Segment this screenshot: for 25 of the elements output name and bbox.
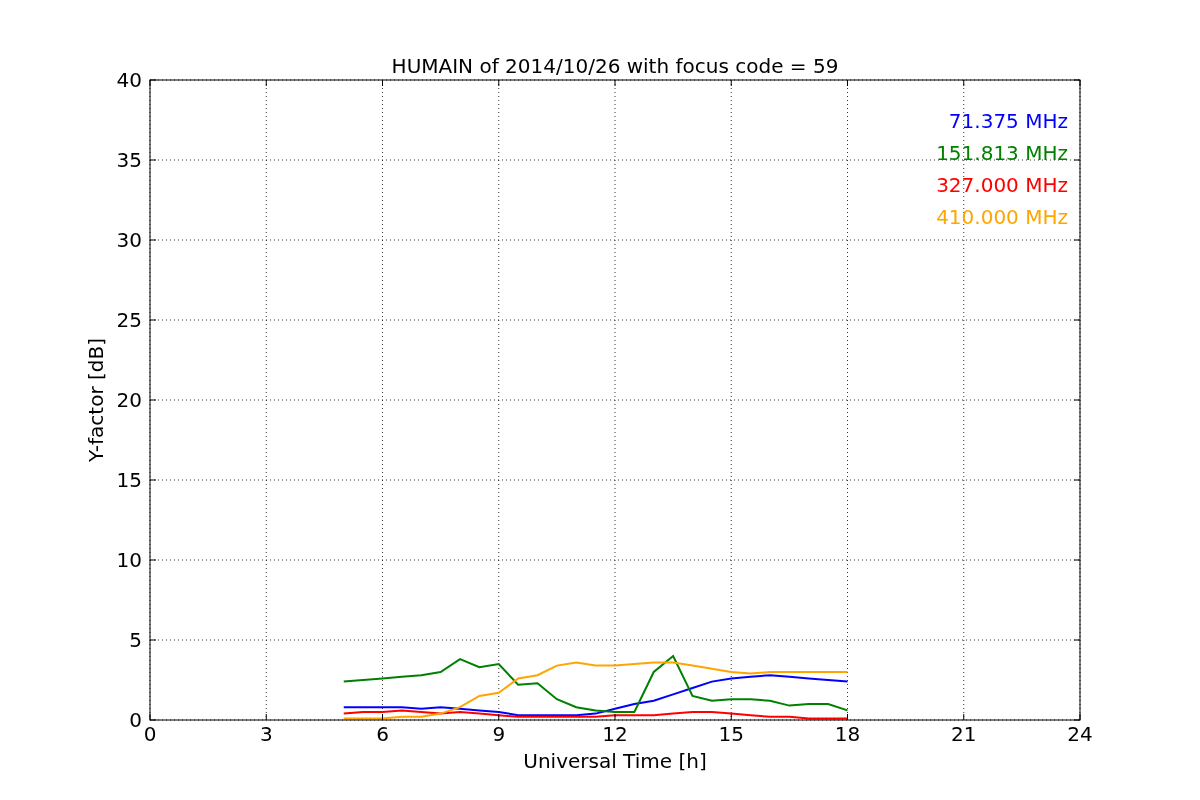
y-tick-label: 30 [116, 228, 142, 252]
x-tick-label: 3 [259, 722, 273, 746]
legend-label: 327.000 MHz [936, 173, 1068, 197]
y-tick-label: 35 [116, 148, 142, 172]
x-tick-label: 21 [951, 722, 977, 746]
x-tick-label: 0 [143, 722, 157, 746]
y-tick-label: 15 [116, 468, 142, 492]
x-tick-label: 18 [834, 722, 861, 746]
x-tick-label: 6 [376, 722, 389, 746]
legend-label: 71.375 MHz [948, 109, 1068, 133]
y-tick-label: 40 [116, 68, 142, 92]
legend-label: 410.000 MHz [936, 205, 1068, 229]
y-tick-label: 25 [116, 308, 142, 332]
chart-title: HUMAIN of 2014/10/26 with focus code = 59 [391, 54, 839, 78]
legend-label: 151.813 MHz [936, 141, 1068, 165]
x-axis-label: Universal Time [h] [523, 749, 707, 773]
x-tick-label: 15 [718, 722, 744, 746]
y-tick-label: 5 [129, 628, 142, 652]
y-axis-label: Y-factor [dB] [84, 338, 108, 462]
y-tick-label: 20 [116, 388, 142, 412]
x-tick-label: 9 [492, 722, 506, 746]
y-tick-label: 0 [129, 708, 142, 732]
x-tick-label: 12 [602, 722, 628, 746]
x-tick-label: 24 [1067, 722, 1093, 746]
y-tick-label: 10 [116, 548, 142, 572]
